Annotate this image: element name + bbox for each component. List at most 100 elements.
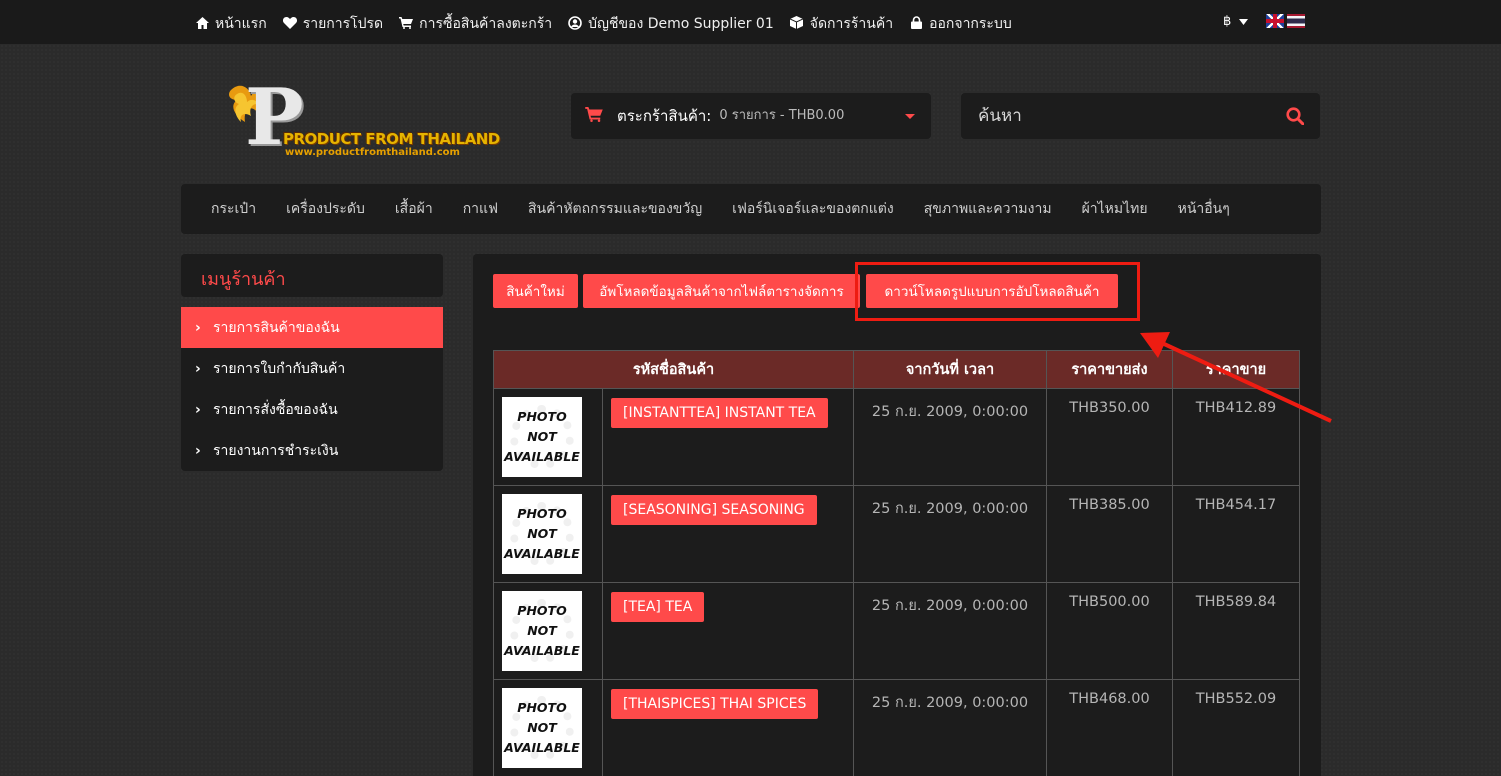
sidebar-item-label: รายงานการชำระเงิน bbox=[213, 442, 339, 459]
cart-summary: 0 รายการ - THB0.00 bbox=[719, 107, 845, 123]
currency-selector[interactable]: ฿ bbox=[1223, 14, 1249, 29]
product-image-placeholder[interactable]: PHOTO NOT AVAILABLE bbox=[502, 494, 582, 574]
topnav-logout[interactable]: ออกจากระบบ bbox=[909, 13, 1012, 35]
photo-text: PHOTO bbox=[517, 603, 567, 618]
topnav-account-label: บัญชีของ Demo Supplier 01 bbox=[588, 16, 774, 32]
sidebar-item-label: รายการสินค้าของฉัน bbox=[213, 319, 340, 336]
cart-icon bbox=[399, 16, 414, 32]
photo-text: NOT bbox=[527, 526, 557, 541]
cube-icon bbox=[790, 16, 804, 32]
category-bags[interactable]: กระเป๋า bbox=[196, 198, 271, 220]
product-image-placeholder[interactable]: PHOTO NOT AVAILABLE bbox=[502, 397, 582, 477]
category-handicrafts[interactable]: สินค้าหัตถกรรมและของขวัญ bbox=[513, 198, 717, 220]
product-table: รหัสชื่อสินค้า จากวันที่ เวลา ราคาขายส่ง… bbox=[493, 350, 1300, 776]
highlight-box bbox=[855, 262, 1140, 321]
currency-symbol: ฿ bbox=[1223, 14, 1232, 29]
sidebar-item-payment-report[interactable]: › รายงานการชำระเงิน bbox=[181, 430, 443, 471]
photo-text: AVAILABLE bbox=[504, 740, 580, 755]
top-nav: หน้าแรก รายการโปรด การซื้อสินค้าลงตะกร้า… bbox=[195, 13, 1012, 35]
chevron-down-icon bbox=[905, 114, 915, 119]
topnav-account[interactable]: บัญชีของ Demo Supplier 01 bbox=[568, 13, 774, 35]
column-header-price: ราคาขาย bbox=[1172, 350, 1300, 389]
photo-text: NOT bbox=[527, 429, 557, 444]
photo-text: AVAILABLE bbox=[504, 449, 580, 464]
chevron-down-icon bbox=[1239, 14, 1249, 29]
product-date: 25 ก.ย. 2009, 0:00:00 bbox=[853, 485, 1047, 583]
thai-flag-icon[interactable] bbox=[1287, 14, 1305, 28]
sidebar-item-label: รายการสั่งซื้อของฉัน bbox=[213, 401, 338, 418]
heart-icon bbox=[282, 16, 297, 32]
cart-icon bbox=[585, 106, 603, 126]
cart-label: ตระกร้าสินค้า: bbox=[617, 107, 712, 125]
topnav-cart[interactable]: การซื้อสินค้าลงตะกร้า bbox=[399, 13, 552, 35]
sidebar-item-my-products[interactable]: › รายการสินค้าของฉัน bbox=[181, 307, 443, 348]
product-image-placeholder[interactable]: PHOTO NOT AVAILABLE bbox=[502, 591, 582, 671]
category-thai-silk[interactable]: ผ้าไหมไทย bbox=[1067, 198, 1163, 220]
new-product-button[interactable]: สินค้าใหม่ bbox=[493, 274, 578, 308]
user-circle-icon bbox=[568, 15, 582, 33]
search-icon[interactable] bbox=[1286, 107, 1304, 125]
shop-menu: › รายการสินค้าของฉัน › รายการใบกำกับสินค… bbox=[181, 307, 443, 471]
photo-text: PHOTO bbox=[517, 409, 567, 424]
table-header-row: รหัสชื่อสินค้า จากวันที่ เวลา ราคาขายส่ง… bbox=[493, 350, 1300, 389]
product-wholesale-price: THB350.00 bbox=[1046, 388, 1173, 486]
photo-text: PHOTO bbox=[517, 700, 567, 715]
cart-dropdown[interactable]: ตระกร้าสินค้า: 0 รายการ - THB0.00 bbox=[571, 93, 931, 139]
table-row: PHOTO NOT AVAILABLE [SEASONING] SEASONING … bbox=[493, 485, 1300, 583]
site-logo[interactable]: P PRODUCT FROM THAILAND www.productfromt… bbox=[225, 78, 500, 160]
topnav-home-label: หน้าแรก bbox=[215, 16, 267, 32]
table-row: PHOTO NOT AVAILABLE [INSTANTTEA] INSTANT T… bbox=[493, 388, 1300, 486]
table-row: PHOTO NOT AVAILABLE [TEA] TEA 25 ก.ย. 2009… bbox=[493, 582, 1300, 680]
logo-url: www.productfromthailand.com bbox=[285, 147, 460, 158]
category-coffee[interactable]: กาแฟ bbox=[448, 198, 513, 220]
photo-text: AVAILABLE bbox=[504, 546, 580, 561]
category-other-pages[interactable]: หน้าอื่นๆ bbox=[1163, 198, 1245, 220]
chevron-right-icon: › bbox=[195, 401, 201, 418]
product-date: 25 ก.ย. 2009, 0:00:00 bbox=[853, 679, 1047, 776]
product-link[interactable]: [INSTANTTEA] INSTANT TEA bbox=[611, 398, 828, 428]
chevron-right-icon: › bbox=[195, 360, 201, 377]
sidebar-item-my-orders[interactable]: › รายการสั่งซื้อของฉัน bbox=[181, 389, 443, 430]
photo-text: NOT bbox=[527, 720, 557, 735]
photo-text: PHOTO bbox=[517, 506, 567, 521]
category-nav: กระเป๋า เครื่องประดับ เสื้อผ้า กาแฟ สินค… bbox=[181, 184, 1321, 234]
sidebar-title: เมนูร้านค้า bbox=[181, 254, 443, 297]
category-clothing[interactable]: เสื้อผ้า bbox=[380, 198, 448, 220]
logo-name: PRODUCT FROM THAILAND bbox=[283, 130, 500, 148]
topnav-wishlist[interactable]: รายการโปรด bbox=[282, 13, 384, 35]
upload-spreadsheet-button[interactable]: อัพโหลดข้อมูลสินค้าจากไฟล์ตารางจัดการ bbox=[583, 274, 860, 308]
search-input[interactable] bbox=[961, 93, 1271, 139]
topnav-logout-label: ออกจากระบบ bbox=[929, 16, 1012, 32]
photo-text: NOT bbox=[527, 623, 557, 638]
chevron-right-icon: › bbox=[195, 442, 201, 459]
topnav-manage-shop[interactable]: จัดการร้านค้า bbox=[790, 13, 893, 35]
table-row: PHOTO NOT AVAILABLE [THAISPICES] THAI SPIC… bbox=[493, 679, 1300, 776]
product-link[interactable]: [THAISPICES] THAI SPICES bbox=[611, 689, 819, 719]
topnav-wishlist-label: รายการโปรด bbox=[302, 16, 384, 32]
topnav-home[interactable]: หน้าแรก bbox=[195, 13, 267, 35]
product-price: THB454.17 bbox=[1172, 485, 1300, 583]
product-link[interactable]: [TEA] TEA bbox=[611, 592, 705, 622]
product-date: 25 ก.ย. 2009, 0:00:00 bbox=[853, 582, 1047, 680]
sidebar-item-label: รายการใบกำกับสินค้า bbox=[213, 360, 346, 377]
uk-flag-icon[interactable] bbox=[1266, 14, 1284, 28]
category-jewelry[interactable]: เครื่องประดับ bbox=[271, 198, 380, 220]
lock-icon bbox=[909, 16, 923, 32]
product-price: THB552.09 bbox=[1172, 679, 1300, 776]
category-furniture[interactable]: เฟอร์นิเจอร์และของตกแต่ง bbox=[717, 198, 909, 220]
product-link[interactable]: [SEASONING] SEASONING bbox=[611, 495, 817, 525]
category-health-beauty[interactable]: สุขภาพและความงาม bbox=[909, 198, 1067, 220]
product-price: THB589.84 bbox=[1172, 582, 1300, 680]
topnav-manage-shop-label: จัดการร้านค้า bbox=[809, 16, 894, 32]
chevron-right-icon: › bbox=[195, 319, 201, 336]
search-box bbox=[961, 93, 1320, 139]
product-image-placeholder[interactable]: PHOTO NOT AVAILABLE bbox=[502, 688, 582, 768]
photo-text: AVAILABLE bbox=[504, 643, 580, 658]
product-date: 25 ก.ย. 2009, 0:00:00 bbox=[853, 388, 1047, 486]
sidebar-item-invoices[interactable]: › รายการใบกำกับสินค้า bbox=[181, 348, 443, 389]
main-panel: สินค้าใหม่ อัพโหลดข้อมูลสินค้าจากไฟล์ตาร… bbox=[473, 254, 1321, 776]
product-wholesale-price: THB385.00 bbox=[1046, 485, 1173, 583]
column-header-date: จากวันที่ เวลา bbox=[853, 350, 1047, 389]
product-price: THB412.89 bbox=[1172, 388, 1300, 486]
home-icon bbox=[195, 16, 209, 32]
